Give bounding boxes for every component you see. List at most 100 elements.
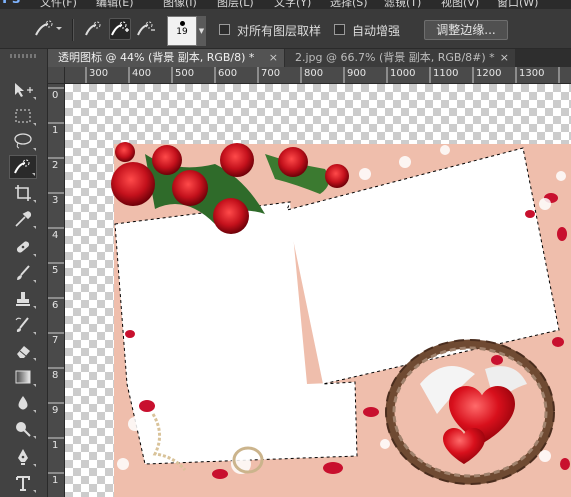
pen-tool[interactable] — [9, 445, 37, 469]
new-selection-button[interactable] — [83, 18, 105, 40]
eraser-icon — [17, 346, 30, 358]
tool-flyout-indicator — [32, 173, 35, 176]
ruler-tick-label: 1 — [52, 440, 59, 451]
auto-enhance-checkbox[interactable] — [334, 24, 345, 35]
quick-selection-new-icon — [85, 21, 101, 36]
tab-transparent-icon[interactable]: 透明图标 @ 44% (背景 副本, RGB/8) * × — [48, 49, 284, 67]
type-icon — [16, 476, 30, 491]
ruler-tick-label: 1300 — [519, 68, 545, 79]
clone-stamp-tool[interactable] — [9, 287, 37, 311]
tool-preset-picker[interactable] — [32, 18, 64, 40]
lasso-tool[interactable] — [9, 129, 37, 153]
ruler-tick-label: 800 — [304, 68, 324, 79]
options-separator — [72, 19, 74, 41]
tab-label: 透明图标 @ 44% (背景 副本, RGB/8) * — [58, 51, 255, 64]
menu-bar: Ps 文件(F) 编辑(E) 图像(I) 图层(L) 文字(Y) 选择(S) 滤… — [0, 0, 571, 9]
brush-size-picker[interactable]: 19 — [167, 16, 197, 46]
brush-tool[interactable] — [9, 261, 37, 285]
menu-item-layer[interactable]: 图层(L) — [217, 0, 254, 9]
auto-enhance-label: 自动增强 — [352, 24, 401, 38]
dodge-tool[interactable] — [9, 417, 37, 441]
ruler-tick-label: 4 — [52, 230, 59, 241]
rect-marquee-icon — [15, 109, 31, 123]
quick-selection-icon — [35, 20, 62, 36]
tool-flyout-indicator — [33, 464, 36, 467]
menu-item-filter[interactable]: 滤镜(T) — [384, 0, 421, 9]
quick-selection-subtract-icon — [137, 21, 155, 36]
lasso-icon — [14, 133, 32, 149]
gradient-icon — [15, 370, 31, 384]
tool-flyout-indicator — [33, 148, 36, 151]
crop-tool[interactable] — [9, 181, 37, 205]
brush-size-value: 19 — [176, 27, 188, 37]
sample-all-layers-label: 对所有图层取样 — [237, 24, 322, 38]
eyedropper-tool[interactable] — [9, 207, 37, 231]
ruler-tick-label: 9 — [52, 405, 59, 416]
menu-item-view[interactable]: 视图(V) — [441, 0, 479, 9]
close-icon[interactable]: × — [500, 49, 509, 67]
menu-item-file[interactable]: 文件(F) — [40, 0, 77, 9]
ruler-tick-label: 6 — [52, 300, 59, 311]
menu-item-edit[interactable]: 编辑(E) — [96, 0, 134, 9]
toolbox-grip[interactable] — [10, 54, 38, 58]
ruler-tick-label: 7 — [52, 335, 59, 346]
ruler-tick-label: 0 — [52, 90, 59, 101]
tab-2-jpg[interactable]: 2.jpg @ 66.7% (背景 副本, RGB/8#) * × — [285, 49, 515, 67]
tool-flyout-indicator — [33, 280, 36, 283]
ruler-tick-label: 1200 — [476, 68, 502, 79]
ruler-tick-label: 1 — [52, 475, 59, 486]
canvas-artwork — [111, 142, 571, 497]
ruler-origin[interactable] — [48, 67, 65, 84]
marquee-tool[interactable] — [9, 104, 37, 128]
move-icon — [15, 83, 33, 97]
tab-label: 2.jpg @ 66.7% (背景 副本, RGB/8#) * — [295, 51, 495, 64]
tool-flyout-indicator — [33, 123, 36, 126]
type-tool[interactable] — [9, 471, 37, 495]
horizontal-ruler[interactable]: 300 400 500 600 700 800 900 1000 1100 12… — [65, 67, 571, 84]
vertical-ruler[interactable]: 0 1 2 3 4 5 6 7 8 9 1 1 — [48, 84, 65, 497]
dodge-icon — [16, 422, 31, 437]
ruler-tick-label: 900 — [347, 68, 367, 79]
tool-flyout-indicator — [33, 254, 36, 257]
tool-flyout-indicator — [33, 226, 36, 229]
crop-icon — [15, 185, 31, 201]
close-icon[interactable]: × — [269, 49, 278, 67]
ruler-tick-label: 600 — [218, 68, 238, 79]
chevron-down-icon: ▼ — [198, 27, 205, 35]
tool-flyout-indicator — [33, 490, 36, 493]
vertical-ruler-ticks — [48, 87, 64, 474]
tool-flyout-indicator — [33, 97, 36, 100]
ruler-tick-label: 5 — [52, 265, 59, 276]
tool-flyout-indicator — [33, 200, 36, 203]
ruler-tick-label: 8 — [52, 370, 59, 381]
ruler-tick-label: 500 — [175, 68, 195, 79]
gradient-tool[interactable] — [9, 365, 37, 389]
add-to-selection-button[interactable] — [109, 18, 131, 40]
brush-dropdown-button[interactable]: ▼ — [197, 16, 206, 46]
pen-icon — [18, 449, 28, 465]
sample-all-layers-checkbox[interactable] — [219, 24, 230, 35]
blur-tool[interactable] — [9, 391, 37, 415]
ruler-tick-label: 700 — [261, 68, 281, 79]
options-bar: 19 ▼ 对所有图层取样 自动增强 调整边缘... — [0, 9, 571, 49]
history-brush-tool[interactable] — [9, 313, 37, 337]
ruler-tick-label: 3 — [52, 195, 59, 206]
tool-flyout-indicator — [33, 384, 36, 387]
menu-item-type[interactable]: 文字(Y) — [274, 0, 311, 9]
document-tab-bar: 透明图标 @ 44% (背景 副本, RGB/8) * × 2.jpg @ 66… — [48, 49, 571, 67]
healing-brush-tool[interactable] — [9, 235, 37, 259]
document-canvas[interactable] — [65, 84, 571, 497]
menu-item-window[interactable]: 窗口(W) — [497, 0, 538, 9]
quick-selection-icon — [14, 159, 30, 174]
ruler-tick-label: 400 — [132, 68, 152, 79]
tool-flyout-indicator — [33, 436, 36, 439]
menu-item-select[interactable]: 选择(S) — [330, 0, 368, 9]
subtract-from-selection-button[interactable] — [135, 18, 157, 40]
eyedropper-icon — [15, 211, 32, 227]
move-tool[interactable] — [9, 78, 37, 102]
quick-selection-tool[interactable] — [9, 155, 37, 179]
history-brush-icon — [15, 317, 29, 332]
menu-item-image[interactable]: 图像(I) — [163, 0, 197, 9]
refine-edge-button[interactable]: 调整边缘... — [424, 20, 508, 40]
eraser-tool[interactable] — [9, 339, 37, 363]
